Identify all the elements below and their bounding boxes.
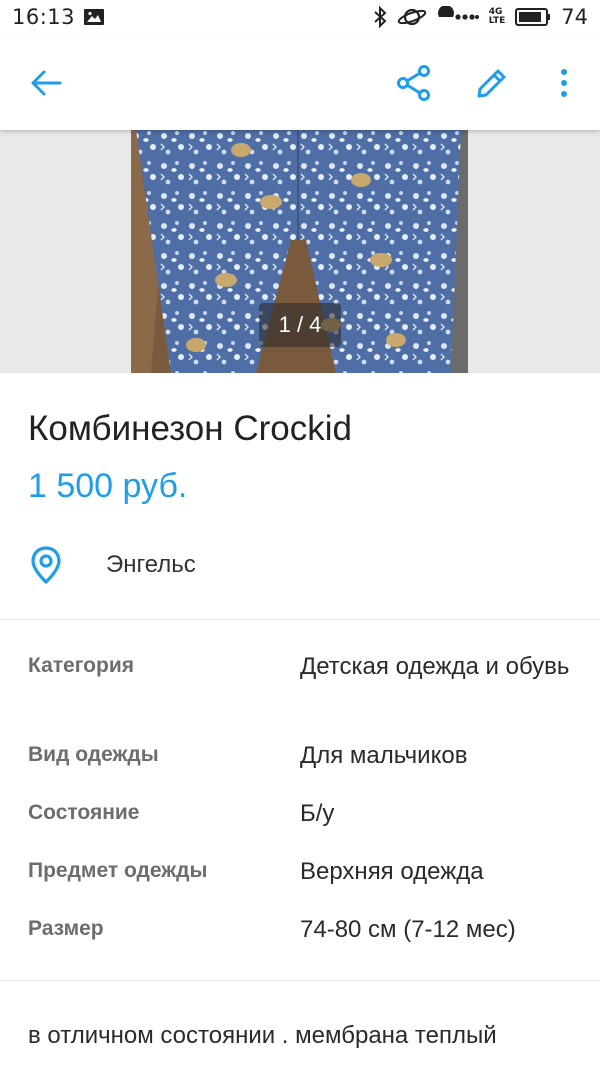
param-value: Верхняя одежда xyxy=(300,858,484,885)
share-button[interactable] xyxy=(390,59,438,107)
param-label: Предмет одежды xyxy=(28,859,208,882)
arrow-left-icon xyxy=(31,70,62,96)
battery-level: 74 xyxy=(561,5,588,29)
photo-counter: 1 / 4 xyxy=(259,303,341,347)
param-label: Размер xyxy=(28,917,104,940)
param-value: 74-80 см (7-12 мес) xyxy=(300,916,516,943)
more-vertical-icon xyxy=(561,69,567,97)
param-label: Категория xyxy=(28,654,135,677)
pencil-icon xyxy=(477,69,506,98)
planet-icon xyxy=(397,8,426,26)
listing-header: Комбинезон Crockid 1 500 руб. Энгельс xyxy=(0,373,600,620)
listing-parameters: Категория Детская одежда и обувь Вид оде… xyxy=(0,620,600,981)
signal-dots-icon xyxy=(437,6,479,20)
edit-button[interactable] xyxy=(468,59,516,107)
back-button[interactable] xyxy=(22,59,70,107)
more-options-button[interactable] xyxy=(540,59,588,107)
network-type-icon: 4G LTE xyxy=(488,7,506,26)
notification-image-icon xyxy=(84,9,104,25)
share-icon xyxy=(397,65,430,101)
app-bar xyxy=(0,36,600,130)
location-text: Энгельс xyxy=(106,551,196,578)
location-row[interactable]: Энгельс xyxy=(28,545,196,585)
status-time: 16:13 xyxy=(12,5,76,29)
bluetooth-icon xyxy=(374,6,387,28)
param-value: Б/у xyxy=(300,800,335,827)
param-label: Состояние xyxy=(28,801,140,824)
listing-description: в отличном состоянии . мембрана теплый xyxy=(28,1022,497,1049)
battery-icon xyxy=(515,8,551,26)
location-pin-icon xyxy=(31,546,61,585)
listing-price: 1 500 руб. xyxy=(28,467,188,505)
photo-gallery[interactable]: 1 / 4 xyxy=(0,130,600,373)
param-value: Для мальчиков xyxy=(300,742,468,769)
status-bar: 16:13 4G LTE 74 xyxy=(0,0,600,36)
listing-title: Комбинезон Crockid xyxy=(28,409,352,448)
status-right: 4G LTE 74 xyxy=(373,5,588,29)
param-label: Вид одежды xyxy=(28,743,159,766)
param-value: Детская одежда и обувь xyxy=(300,653,570,680)
